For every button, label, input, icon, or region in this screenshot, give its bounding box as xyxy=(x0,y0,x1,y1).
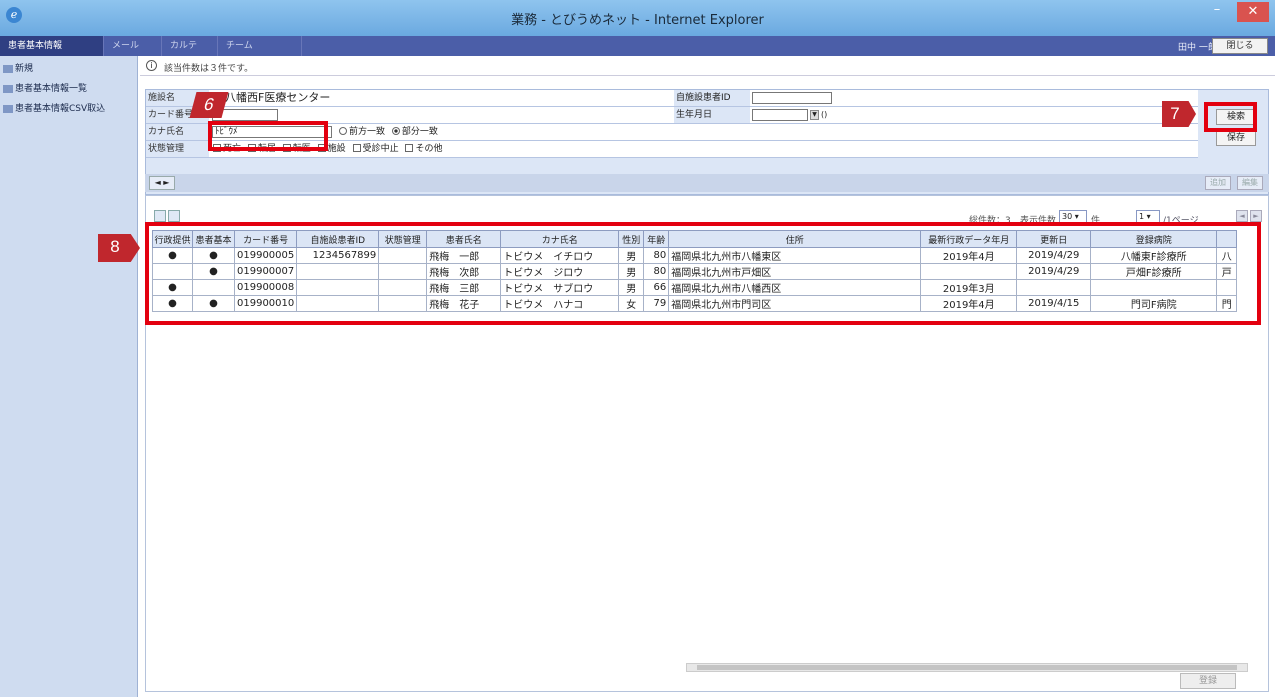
own-id-label: 自施設患者ID xyxy=(674,90,750,106)
status-value-cell: 死亡 転居 転医 施設 受診中止 その他 xyxy=(209,141,1198,157)
kana-label: カナ氏名 xyxy=(148,127,185,137)
dob-suffix: () xyxy=(821,110,828,119)
facility-value-cell: 八幡西F医療センター 自施設患者ID xyxy=(209,90,1198,106)
info-bar: i 該当件数は３件です。 xyxy=(140,56,1275,76)
match-options: 前方一致 部分一致 xyxy=(335,124,438,140)
save-button[interactable]: 保存 xyxy=(1216,130,1256,146)
prev-next-nav[interactable]: ◄ ► xyxy=(149,176,175,190)
result-count-message: 該当件数は３件です。 xyxy=(164,64,254,74)
highlight-kana-field xyxy=(208,121,328,151)
status-other-checkbox[interactable] xyxy=(405,144,414,152)
print-icon[interactable] xyxy=(168,210,180,222)
scroll-thumb[interactable] xyxy=(697,665,1237,670)
prev-page-icon[interactable]: ◄ xyxy=(1236,210,1248,222)
partial-match-label: 部分一致 xyxy=(401,127,438,137)
status-option-label: 受診中止 xyxy=(362,144,399,154)
display-count-value: 30 xyxy=(1062,212,1073,221)
page-value: 1 xyxy=(1139,212,1145,221)
list-icon xyxy=(3,104,13,113)
edit-button[interactable]: 編集 xyxy=(1237,176,1263,190)
sidebar-item-label: 患者基本情報CSV取込 xyxy=(15,104,106,114)
status-label: 状態管理 xyxy=(148,144,185,154)
minimize-button[interactable]: – xyxy=(1206,0,1228,22)
sidebar-item-new[interactable]: 新規 xyxy=(3,61,33,74)
tab-chart[interactable]: カルテ xyxy=(162,36,218,56)
next-page-icon[interactable]: ► xyxy=(1250,210,1262,222)
status-option-label: その他 xyxy=(415,144,443,154)
close-app-button[interactable]: 閉じる xyxy=(1212,38,1268,54)
facility-row: 施設名 八幡西F医療センター 自施設患者ID xyxy=(146,90,1198,107)
window-title-bar: ℯ 業務 - とびうめネット - Internet Explorer – ✕ xyxy=(0,0,1275,36)
sidebar-item-label: 患者基本情報一覧 xyxy=(15,84,88,94)
tab-mail[interactable]: メール xyxy=(104,36,162,56)
list-icon xyxy=(3,84,13,93)
sidebar: 新規 患者基本情報一覧 患者基本情報CSV取込 xyxy=(0,56,138,697)
window-title: 業務 - とびうめネット - Internet Explorer xyxy=(511,13,764,28)
partial-match-radio[interactable] xyxy=(391,127,400,135)
pencil-icon xyxy=(3,64,13,73)
tab-team[interactable]: チーム xyxy=(218,36,302,56)
main-tab-bar: 患者基本情報 メール カルテ チーム 田中 一郎 閉じる xyxy=(0,36,1275,56)
dob-input[interactable] xyxy=(752,109,808,121)
add-button[interactable]: 追加 xyxy=(1205,176,1231,190)
prefix-match-radio[interactable] xyxy=(339,127,347,135)
sidebar-item-label: 新規 xyxy=(15,64,34,74)
card-value-cell: 生年月日 ▼ () xyxy=(209,107,1198,123)
kana-value-cell: ﾄﾋﾞｳﾒ 前方一致 部分一致 xyxy=(209,124,1198,140)
dob-label: 生年月日 xyxy=(674,107,750,123)
highlight-search-button xyxy=(1204,102,1257,132)
search-nav-bar: ◄ ► 追加 編集 xyxy=(145,174,1269,192)
facility-value: 八幡西F医療センター xyxy=(225,91,331,104)
status-stopped-checkbox[interactable] xyxy=(352,144,361,152)
sidebar-item-csv-import[interactable]: 患者基本情報CSV取込 xyxy=(3,101,105,114)
dob-dropdown-icon[interactable]: ▼ xyxy=(810,110,819,120)
info-icon: i xyxy=(146,60,157,71)
register-button[interactable]: 登録 xyxy=(1180,673,1236,689)
status-option-label: 施設 xyxy=(327,144,346,154)
export-icon[interactable] xyxy=(154,210,166,222)
sidebar-item-patient-list[interactable]: 患者基本情報一覧 xyxy=(3,81,87,94)
own-id-input[interactable] xyxy=(752,92,832,104)
horizontal-scrollbar[interactable] xyxy=(686,663,1248,672)
highlight-results-table xyxy=(145,222,1261,325)
tab-patient-info[interactable]: 患者基本情報 xyxy=(0,36,104,56)
prefix-match-label: 前方一致 xyxy=(349,127,386,137)
close-window-button[interactable]: ✕ xyxy=(1237,2,1269,22)
